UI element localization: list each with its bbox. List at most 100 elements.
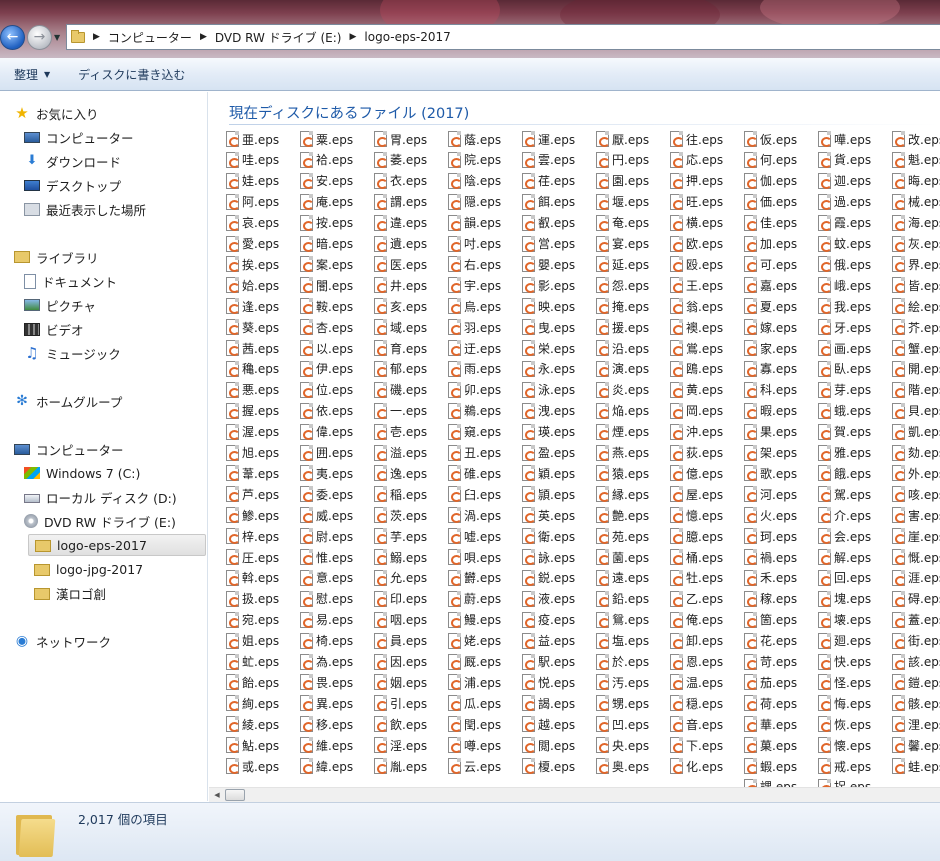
file-item[interactable]: 嘉.eps	[744, 275, 797, 295]
file-item[interactable]: 姥.eps	[448, 631, 501, 651]
file-item[interactable]: 稲.eps	[374, 484, 427, 504]
breadcrumb-computer[interactable]: コンピューター	[104, 25, 196, 49]
forward-button[interactable]: →	[27, 25, 52, 50]
file-item[interactable]: 鴬.eps	[670, 338, 723, 358]
file-item[interactable]: 果.eps	[744, 422, 797, 442]
file-item[interactable]: 穎.eps	[522, 463, 575, 483]
file-item[interactable]: 宴.eps	[596, 234, 649, 254]
file-item[interactable]: 瓜.eps	[448, 693, 501, 713]
file-item[interactable]: 洩.eps	[522, 401, 575, 421]
file-item[interactable]: 解.eps	[818, 547, 871, 567]
file-item[interactable]: 卸.eps	[670, 631, 723, 651]
file-item[interactable]: 韻.eps	[448, 213, 501, 233]
file-item[interactable]: 過.eps	[818, 192, 871, 212]
file-item[interactable]: 溢.eps	[374, 443, 427, 463]
file-item[interactable]: 緯.eps	[300, 756, 353, 776]
burn-to-disc-button[interactable]: ディスクに書き込む	[64, 58, 199, 90]
file-item[interactable]: 意.eps	[300, 568, 353, 588]
file-item[interactable]: 碓.eps	[448, 463, 501, 483]
file-item[interactable]: 骸.eps	[892, 693, 940, 713]
file-item[interactable]: 芦.eps	[226, 484, 279, 504]
file-item[interactable]: 磯.eps	[374, 380, 427, 400]
file-item[interactable]: 威.eps	[300, 505, 353, 525]
back-button[interactable]: ←	[0, 25, 25, 50]
file-item[interactable]: 為.eps	[300, 652, 353, 672]
file-item[interactable]: 課.eps	[744, 777, 797, 787]
file-item[interactable]: 化.eps	[670, 756, 723, 776]
file-item[interactable]: 嘘.eps	[448, 526, 501, 546]
file-item[interactable]: 曳.eps	[522, 317, 575, 337]
file-item[interactable]: 噂.eps	[448, 735, 501, 755]
file-item[interactable]: 浬.eps	[892, 714, 940, 734]
file-item[interactable]: 介.eps	[818, 505, 871, 525]
file-item[interactable]: 杏.eps	[300, 317, 353, 337]
file-item[interactable]: 餌.eps	[522, 192, 575, 212]
file-item[interactable]: 鋭.eps	[522, 568, 575, 588]
file-item[interactable]: 愛.eps	[226, 234, 279, 254]
file-item[interactable]: 育.eps	[374, 338, 427, 358]
file-item[interactable]: 胃.eps	[374, 129, 427, 149]
file-item[interactable]: 乙.eps	[670, 589, 723, 609]
breadcrumb-dvd-drive[interactable]: DVD RW ドライブ (E:)	[211, 25, 346, 49]
file-item[interactable]: 駅.eps	[522, 652, 575, 672]
breadcrumb-separator-icon[interactable]: ▶	[346, 32, 361, 42]
file-item[interactable]: 花.eps	[744, 631, 797, 651]
file-item[interactable]: 尉.eps	[300, 526, 353, 546]
file-item[interactable]: 烏.eps	[448, 296, 501, 316]
file-item[interactable]: 劾.eps	[892, 443, 940, 463]
file-item[interactable]: 王.eps	[670, 275, 723, 295]
file-item[interactable]: 翁.eps	[670, 296, 723, 316]
file-item[interactable]: 音.eps	[670, 714, 723, 734]
file-item[interactable]: 霞.eps	[818, 213, 871, 233]
file-item[interactable]: 殴.eps	[670, 254, 723, 274]
file-item[interactable]: 屋.eps	[670, 484, 723, 504]
file-item[interactable]: 丑.eps	[448, 443, 501, 463]
file-item[interactable]: 炎.eps	[596, 380, 649, 400]
file-item[interactable]: 碍.eps	[892, 589, 940, 609]
nav-library-pictures[interactable]: ピクチャ	[24, 294, 96, 316]
file-item[interactable]: 鴛.eps	[596, 610, 649, 630]
file-item[interactable]: 伊.eps	[300, 359, 353, 379]
file-item[interactable]: 我.eps	[818, 296, 871, 316]
file-item[interactable]: 園.eps	[596, 171, 649, 191]
file-item[interactable]: 餓.eps	[818, 463, 871, 483]
file-item[interactable]: 姶.eps	[226, 275, 279, 295]
file-item[interactable]: 或.eps	[226, 756, 279, 776]
file-item[interactable]: 違.eps	[374, 213, 427, 233]
file-item[interactable]: 箇.eps	[744, 610, 797, 630]
file-item[interactable]: 暇.eps	[744, 401, 797, 421]
file-item[interactable]: 懐.eps	[818, 735, 871, 755]
file-item[interactable]: 允.eps	[374, 568, 427, 588]
file-item[interactable]: 快.eps	[818, 652, 871, 672]
file-item[interactable]: 蛾.eps	[818, 401, 871, 421]
file-item[interactable]: 偉.eps	[300, 422, 353, 442]
file-item[interactable]: 馨.eps	[892, 735, 940, 755]
file-item[interactable]: 伽.eps	[744, 171, 797, 191]
file-item[interactable]: 襖.eps	[670, 317, 723, 337]
file-item[interactable]: 鞍.eps	[300, 296, 353, 316]
file-item[interactable]: 焔.eps	[596, 401, 649, 421]
file-item[interactable]: 延.eps	[596, 254, 649, 274]
file-item[interactable]: 臥.eps	[818, 359, 871, 379]
nav-library-videos[interactable]: ビデオ	[24, 318, 84, 340]
file-item[interactable]: 英.eps	[522, 505, 575, 525]
file-item[interactable]: 絢.eps	[226, 693, 279, 713]
file-item[interactable]: 慨.eps	[892, 547, 940, 567]
file-item[interactable]: 握.eps	[226, 401, 279, 421]
file-item[interactable]: 医.eps	[374, 254, 427, 274]
file-item[interactable]: 菓.eps	[744, 735, 797, 755]
file-item[interactable]: 影.eps	[522, 275, 575, 295]
file-item[interactable]: 苑.eps	[596, 526, 649, 546]
file-item[interactable]: 芽.eps	[818, 380, 871, 400]
file-item[interactable]: 恢.eps	[818, 714, 871, 734]
file-item[interactable]: 郁.eps	[374, 359, 427, 379]
file-item[interactable]: 茄.eps	[744, 672, 797, 692]
file-item[interactable]: 荏.eps	[522, 171, 575, 191]
nav-favorite-downloads[interactable]: ⬇ ダウンロード	[24, 150, 121, 172]
file-item[interactable]: 桶.eps	[670, 547, 723, 567]
nav-computer[interactable]: コンピューター	[14, 438, 124, 460]
file-item[interactable]: 鵜.eps	[448, 401, 501, 421]
file-item[interactable]: 慰.eps	[300, 589, 353, 609]
file-item[interactable]: 禍.eps	[744, 547, 797, 567]
file-item[interactable]: 咽.eps	[374, 610, 427, 630]
